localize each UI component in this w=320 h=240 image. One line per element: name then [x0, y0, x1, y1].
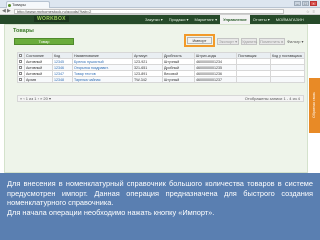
- window-controls: – □ ×: [294, 1, 317, 6]
- supplier-code-cell: [270, 76, 305, 83]
- page-title: Товары: [13, 28, 34, 34]
- nav-item-sales[interactable]: Продажи ▾: [166, 15, 192, 24]
- maximize-button[interactable]: □: [302, 1, 309, 6]
- nav-item-management[interactable]: Управление: [220, 15, 250, 24]
- code-cell[interactable]: 12348: [52, 76, 73, 83]
- feedback-side-tab[interactable]: Обратная связь: [309, 78, 320, 133]
- export-button[interactable]: Экспорт ▾: [217, 38, 239, 45]
- new-item-button[interactable]: Товар: [14, 38, 74, 45]
- top-navigation: Закупки ▾ Продажи ▾ Маркетинг ▾ Управлен…: [142, 15, 307, 24]
- close-button[interactable]: ×: [310, 1, 317, 6]
- app-logo[interactable]: WORKBOX: [34, 16, 69, 22]
- nav-item-marketing[interactable]: Маркетинг ▾: [192, 15, 221, 24]
- instruction-paragraph: Для внесения в номенклатурный справочник…: [7, 179, 313, 208]
- browser-toolbar-icons[interactable]: ☆ ≡: [306, 9, 316, 14]
- filter-button[interactable]: Фильтр ▾: [287, 38, 304, 45]
- minimize-button[interactable]: –: [294, 1, 301, 6]
- row-checkbox[interactable]: [19, 78, 22, 82]
- barcode-cell: 4600000001237: [194, 76, 237, 83]
- import-button[interactable]: Импорт: [187, 37, 212, 44]
- browser-tab[interactable]: Товары: [6, 1, 50, 8]
- table-pager: « ‹ 1 из 1 › » 20 ▾ Отображены записи 1 …: [17, 95, 304, 102]
- nav-item-purchases[interactable]: Закупки ▾: [142, 15, 166, 24]
- address-bar: ◀ ▶ http://www.myhomestock.ru/goods/?tab…: [0, 8, 320, 15]
- tab-favicon-icon: [8, 4, 11, 7]
- delete-button[interactable]: Удалить: [241, 38, 257, 45]
- browser-tab-label: Товары: [12, 2, 26, 7]
- instruction-panel: Для внесения в номенклатурный справочник…: [0, 173, 320, 240]
- name-cell[interactable]: Тарелка чайная: [72, 76, 133, 83]
- status-cell: Архив: [24, 76, 53, 83]
- select-all-checkbox[interactable]: [19, 54, 22, 58]
- goods-table: Состояние Код Наименование Артикул Дробн…: [17, 52, 305, 83]
- row-checkbox[interactable]: [19, 72, 22, 76]
- forward-arrow-icon[interactable]: ▶: [7, 9, 12, 14]
- pagination-controls[interactable]: « ‹ 1 из 1 › » 20 ▾: [20, 96, 51, 101]
- window-titlebar: Товары – □ ×: [0, 0, 320, 8]
- row-checkbox[interactable]: [19, 60, 22, 64]
- archive-button[interactable]: Поместить в архив: [259, 38, 285, 45]
- records-count: Отображены записи 1 - 4 из 4: [244, 96, 300, 101]
- goods-page: Товары Товар Импорт Экспорт ▾ Удалить По…: [4, 24, 308, 173]
- goods-toolbar: Товар Импорт Экспорт ▾ Удалить Поместить…: [13, 34, 304, 47]
- table-row[interactable]: Архив 12348 Тарелка чайная TW-342 Штучны…: [17, 76, 305, 83]
- url-input[interactable]: http://www.myhomestock.ru/goods/?tab=2: [14, 9, 284, 14]
- nav-item-account[interactable]: МОЙМАГАЗИН: [273, 15, 307, 24]
- article-cell: TW-342: [132, 76, 163, 83]
- supplier-cell: [236, 76, 271, 83]
- fraction-cell: Штучный: [162, 76, 195, 83]
- nav-item-reports[interactable]: Отчеты ▾: [250, 15, 273, 24]
- row-checkbox-cell[interactable]: [17, 76, 25, 83]
- row-checkbox[interactable]: [19, 66, 22, 70]
- instruction-action-text: Для начала операции необходимо нажать кн…: [7, 207, 215, 217]
- feedback-tab-label: Обратная связь: [312, 92, 316, 118]
- app-header: WORKBOX Закупки ▾ Продажи ▾ Маркетинг ▾ …: [0, 15, 320, 24]
